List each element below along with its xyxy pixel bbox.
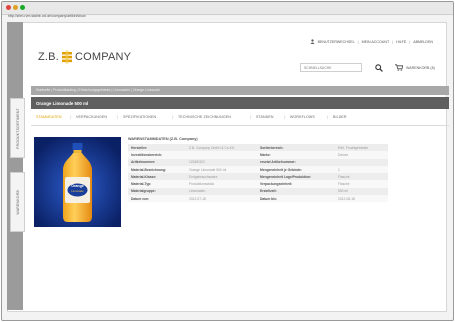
tab-separator: | xyxy=(70,115,71,119)
maximize-window-icon[interactable] xyxy=(20,5,25,10)
field-label: Material-Klasse: xyxy=(128,173,186,181)
tab-workflows[interactable]: WORKFLOWS xyxy=(290,115,315,119)
tab-standen[interactable]: STANDEN xyxy=(256,115,274,119)
sidebar-tab-label: WARENKORB xyxy=(15,189,20,215)
sidebar-tab-label: PRODUKTSORTIMENT xyxy=(15,107,20,149)
address-bar[interactable]: http://zbm-rvm.stahle-xxl.de/company/art… xyxy=(8,14,86,18)
field-value: 500 ml xyxy=(335,187,388,196)
nav-mein-account[interactable]: MEIN ACCOUNT xyxy=(362,40,390,44)
label-limonade: Limonade xyxy=(71,189,84,193)
tab-bilder[interactable]: BILDER xyxy=(333,115,347,119)
field-label: Material-Typ: xyxy=(128,180,186,188)
spec-section-title: WARENSTAMMDATEN (Z.B. Company) xyxy=(128,137,198,141)
tab-separator: | xyxy=(327,115,328,119)
field-value: Produktionsstück xyxy=(186,180,257,188)
field-label: Hersteller: xyxy=(128,144,186,152)
table-row: Materialgruppe: Limonaden Erstellzeit: 500 … xyxy=(128,187,388,196)
label-orange: Orange xyxy=(71,184,84,188)
field-label: Erstellzeit: xyxy=(257,187,335,196)
field-label: Mengeneinheit je Gebinde: xyxy=(257,165,335,174)
table-row: Hersteller: Z.B. Company GmbH & Co.KG Sort… xyxy=(128,144,388,152)
field-value: Flasche xyxy=(335,173,388,181)
nav-separator: | xyxy=(357,39,359,44)
logo-text-left: Z.B. xyxy=(38,51,59,63)
field-value: Flasche xyxy=(335,180,388,188)
field-label: Verpackungseinheit: xyxy=(257,180,335,188)
table-row: Material-Bezeichnung: Orange Limonade 500… xyxy=(128,165,388,174)
nav-separator: | xyxy=(409,39,411,44)
logo-text-right: COMPANY xyxy=(74,51,132,63)
field-label: Mengeneinheit Lage/Produktion: xyxy=(257,173,335,181)
field-label: Sortierbereich: xyxy=(257,144,335,152)
sidebar-tab-warenkorb[interactable]: WARENKORB xyxy=(10,172,25,232)
sidebar-tab-produktsortiment[interactable]: PRODUKTSORTIMENT xyxy=(10,98,25,158)
tab-separator: | xyxy=(117,115,118,119)
tab-separator: | xyxy=(250,115,251,119)
user-icon xyxy=(310,39,315,44)
field-value: Endgebrauchsware xyxy=(186,173,257,181)
field-value: Erfri. Fruchtgetränke xyxy=(335,144,388,152)
spec-table: Hersteller: Z.B. Company GmbH & Co.KG Sort… xyxy=(128,144,388,203)
field-value: Deluxe xyxy=(335,151,388,159)
table-row: Investitionsbereich: Marke: Deluxe xyxy=(128,151,388,159)
cart-icon xyxy=(395,64,403,71)
nav-abmelden[interactable]: ABMELDEN xyxy=(413,40,433,44)
close-window-icon[interactable] xyxy=(6,5,11,10)
breadcrumb[interactable]: Startseite | Produktkatalog | Erfrischun… xyxy=(36,88,160,92)
field-value: 1 xyxy=(335,165,388,174)
cart-button[interactable]: WARENKORB (8) xyxy=(395,64,435,71)
tab-verpackungen[interactable]: VERPACKUNGEN xyxy=(76,115,107,119)
tab-spezifikationen[interactable]: SPEZIFIKATIONEN xyxy=(123,115,156,119)
bottle-icon xyxy=(34,137,121,227)
table-row: Datum von: 2012-07-18 Datum bis: 2012-08-18 xyxy=(128,195,388,203)
company-logo[interactable]: Z.B. COMPANY xyxy=(38,50,131,64)
table-row: Material-Typ: Produktionsstück Verpackungs… xyxy=(128,180,388,188)
page-title: Orange Limonade 500 ml xyxy=(36,101,89,106)
product-title-bar xyxy=(31,97,449,109)
field-value: 2012-07-18 xyxy=(186,195,257,203)
search-icon[interactable] xyxy=(375,64,383,72)
field-value: Limonaden xyxy=(186,187,257,196)
tab-separator: | xyxy=(284,115,285,119)
field-value: 12345/323 xyxy=(186,158,257,166)
tab-stammdaten[interactable]: STAMMDATEN xyxy=(36,115,62,119)
field-value: 2012-08-18 xyxy=(335,195,388,203)
side-strip xyxy=(7,22,23,310)
field-value: Orange Limonade 500 ml xyxy=(186,165,257,174)
tab-technische-zeichnungen[interactable]: TECHNISCHE ZEICHNUNGEN xyxy=(178,115,231,119)
field-value xyxy=(335,158,388,166)
field-label: Material-Bezeichnung: xyxy=(128,165,186,174)
tab-separator: | xyxy=(172,115,173,119)
field-value xyxy=(186,151,257,159)
field-label: Investitionsbereich: xyxy=(128,151,186,159)
cart-label: WARENKORB (8) xyxy=(406,65,435,70)
nav-benutzerwechsel[interactable]: BENUTZERWECHSEL xyxy=(318,40,355,44)
detail-tabs: STAMMDATEN | VERPACKUNGEN | SPEZIFIKATIO… xyxy=(31,112,449,126)
top-navigation: BENUTZERWECHSEL | MEIN ACCOUNT | HILFE |… xyxy=(310,39,433,44)
field-label: Materialgruppe: xyxy=(128,187,186,196)
search-input[interactable] xyxy=(300,63,362,72)
nav-hilfe[interactable]: HILFE xyxy=(396,40,406,44)
table-row: Artikelnummer: 12345/323 ersetzt Artikelnu… xyxy=(128,158,388,166)
field-label: Datum bis: xyxy=(257,195,335,203)
nav-separator: | xyxy=(392,39,394,44)
field-label: Datum von: xyxy=(128,195,186,203)
field-label: ersetzt Artikelnummer: xyxy=(257,158,335,166)
field-label: Marke: xyxy=(257,151,335,159)
minimize-window-icon[interactable] xyxy=(13,5,18,10)
field-label: Artikelnummer: xyxy=(128,158,186,166)
product-image[interactable]: Orange Limonade xyxy=(34,137,121,227)
table-row: Material-Klasse: Endgebrauchsware Mengenei… xyxy=(128,173,388,181)
logo-icon xyxy=(61,50,72,64)
field-value: Z.B. Company GmbH & Co.KG xyxy=(186,144,257,152)
